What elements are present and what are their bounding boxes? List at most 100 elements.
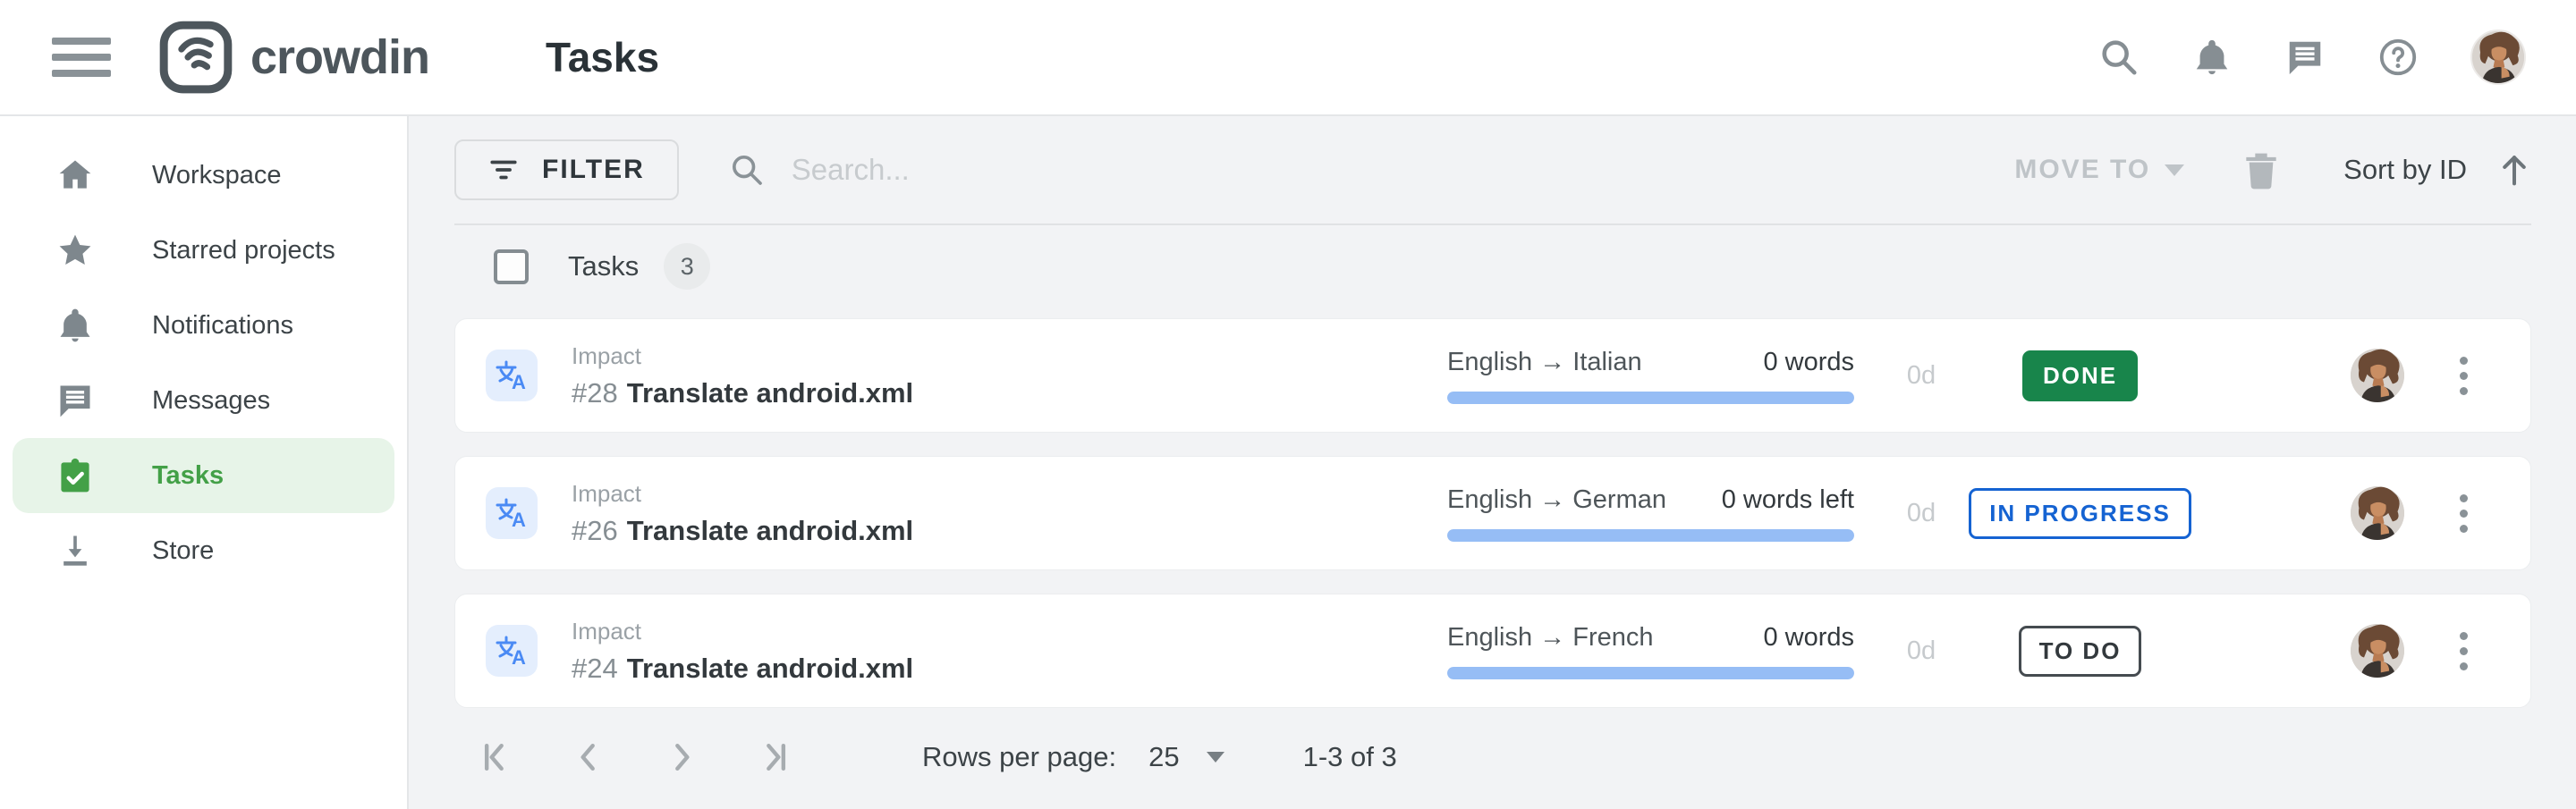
task-project: Impact [572, 342, 913, 370]
sidebar-nav: Workspace Starred projects Notifications… [0, 116, 409, 809]
sidebar-item-workspace[interactable]: Workspace [13, 138, 394, 213]
words-label: 0 words [1763, 623, 1854, 653]
help-icon[interactable] [2377, 37, 2419, 78]
chevron-down-icon [1207, 752, 1224, 763]
task-project: Impact [572, 618, 913, 645]
row-menu-kebab-icon[interactable] [2445, 489, 2481, 538]
search-icon[interactable] [2098, 37, 2140, 78]
row-menu-kebab-icon[interactable] [2445, 627, 2481, 676]
assignee-cell [2351, 486, 2404, 540]
sidebar-item-starred-projects[interactable]: Starred projects [13, 213, 394, 288]
select-all-row: Tasks 3 [409, 225, 2576, 308]
last-page-icon[interactable] [752, 737, 792, 777]
chevron-down-icon [2165, 164, 2184, 176]
language-cell: English → Italian 0 words [1447, 348, 1854, 404]
crowdin-logo[interactable]: crowdin [157, 19, 429, 96]
words-label: 0 words left [1722, 485, 1854, 515]
task-row[interactable]: A Impact #28 Translate android.xml Englis… [454, 318, 2531, 433]
assignee-avatar[interactable] [2351, 624, 2404, 678]
rows-per-page-label: Rows per page: [922, 741, 1116, 773]
task-id: #26 [572, 515, 618, 546]
tasks-count-badge: 3 [664, 243, 710, 290]
language-pair: English → Italian [1447, 348, 1642, 377]
select-all-checkbox[interactable] [494, 249, 529, 284]
task-title: #28 Translate android.xml [572, 377, 913, 409]
main-content: FILTER MOVE TO Sort by ID Tasks 3 [409, 116, 2576, 809]
move-to-label: MOVE TO [2014, 155, 2150, 185]
star-icon [55, 231, 95, 270]
progress-bar [1447, 529, 1854, 542]
task-text: Impact #28 Translate android.xml [572, 342, 913, 409]
top-header: crowdin Tasks [0, 0, 2576, 116]
task-title-text: Translate android.xml [627, 515, 913, 546]
crowdin-app: crowdin Tasks Workspace Starred projects… [0, 0, 2576, 809]
filter-button-label: FILTER [542, 155, 645, 185]
task-row[interactable]: A Impact #26Translate android.xml Englis… [454, 456, 2531, 570]
tasks-clipboard-icon [55, 456, 95, 495]
status-cell: TO DO [1988, 626, 2172, 677]
messages-icon[interactable] [2284, 37, 2326, 78]
task-title-text: Translate android.xml [627, 653, 913, 684]
assignee-avatar[interactable] [2351, 486, 2404, 540]
progress-bar [1447, 392, 1854, 404]
notifications-bell-icon[interactable] [2191, 37, 2233, 78]
language-cell: English → German 0 words left [1447, 485, 1854, 542]
status-badge: IN PROGRESS [1969, 488, 2191, 539]
sidebar-item-notifications[interactable]: Notifications [13, 288, 394, 363]
rows-per-page-select[interactable]: 25 [1148, 741, 1224, 773]
status-badge: TO DO [2019, 626, 2142, 677]
status-cell: DONE [1988, 350, 2172, 401]
duration-label: 0d [1854, 636, 1988, 666]
task-text: Impact #26 Translate android.xml [572, 480, 913, 547]
delete-trash-icon[interactable] [2243, 150, 2279, 190]
download-icon [55, 531, 95, 570]
status-badge: DONE [2022, 350, 2138, 401]
task-id: #24 [572, 653, 618, 684]
sidebar-item-label: Messages [152, 386, 270, 416]
sidebar-item-label: Tasks [152, 461, 224, 491]
words-label: 0 words [1763, 348, 1854, 377]
task-cell: A Impact #26Translate android.xml [486, 480, 1447, 547]
progress-bar [1447, 667, 1854, 679]
message-icon [55, 381, 95, 420]
sidebar-item-store[interactable]: Store [13, 513, 394, 588]
svg-text:A: A [512, 646, 526, 669]
task-row[interactable]: A Impact #24Translate android.xml Englis… [454, 594, 2531, 708]
sidebar-item-label: Store [152, 536, 214, 566]
assignee-cell [2351, 624, 2404, 678]
filter-button[interactable]: FILTER [454, 139, 679, 200]
assignee-avatar[interactable] [2351, 349, 2404, 402]
task-list: A Impact #28 Translate android.xml Englis… [409, 308, 2576, 708]
page-range-label: 1-3 of 3 [1303, 741, 1397, 773]
task-cell: A Impact #28 Translate android.xml [486, 342, 1447, 409]
row-menu-kebab-icon[interactable] [2445, 351, 2481, 400]
task-project: Impact [572, 480, 913, 508]
move-to-dropdown[interactable]: MOVE TO [2014, 155, 2184, 185]
sidebar-item-messages[interactable]: Messages [13, 363, 394, 438]
crowdin-logo-text: crowdin [250, 29, 429, 85]
sidebar-item-tasks[interactable]: Tasks [13, 438, 394, 513]
user-avatar[interactable] [2470, 29, 2526, 85]
duration-label: 0d [1854, 361, 1988, 391]
sort-direction-arrow-icon [2497, 152, 2531, 188]
task-title-text: Translate android.xml [627, 377, 913, 409]
translate-task-icon: A [486, 625, 538, 677]
svg-text:A: A [512, 371, 526, 393]
search-input[interactable] [792, 153, 1328, 187]
bell-icon [55, 306, 95, 345]
hamburger-menu-icon[interactable] [52, 38, 111, 77]
next-page-icon[interactable] [661, 737, 700, 777]
task-cell: A Impact #24 Translate android.xml [486, 618, 1447, 685]
sort-label: Sort by ID [2343, 154, 2467, 186]
home-icon [55, 156, 95, 195]
search-bar [729, 152, 2015, 188]
language-pair: English → German [1447, 485, 1666, 515]
task-id: #28 [572, 377, 618, 409]
task-title: #26 Translate android.xml [572, 515, 913, 547]
sidebar-item-label: Starred projects [152, 236, 335, 265]
sidebar-item-label: Notifications [152, 311, 293, 341]
previous-page-icon[interactable] [570, 737, 609, 777]
select-all-label: Tasks [568, 250, 639, 282]
first-page-icon[interactable] [479, 737, 518, 777]
sort-control[interactable]: Sort by ID [2343, 152, 2531, 188]
